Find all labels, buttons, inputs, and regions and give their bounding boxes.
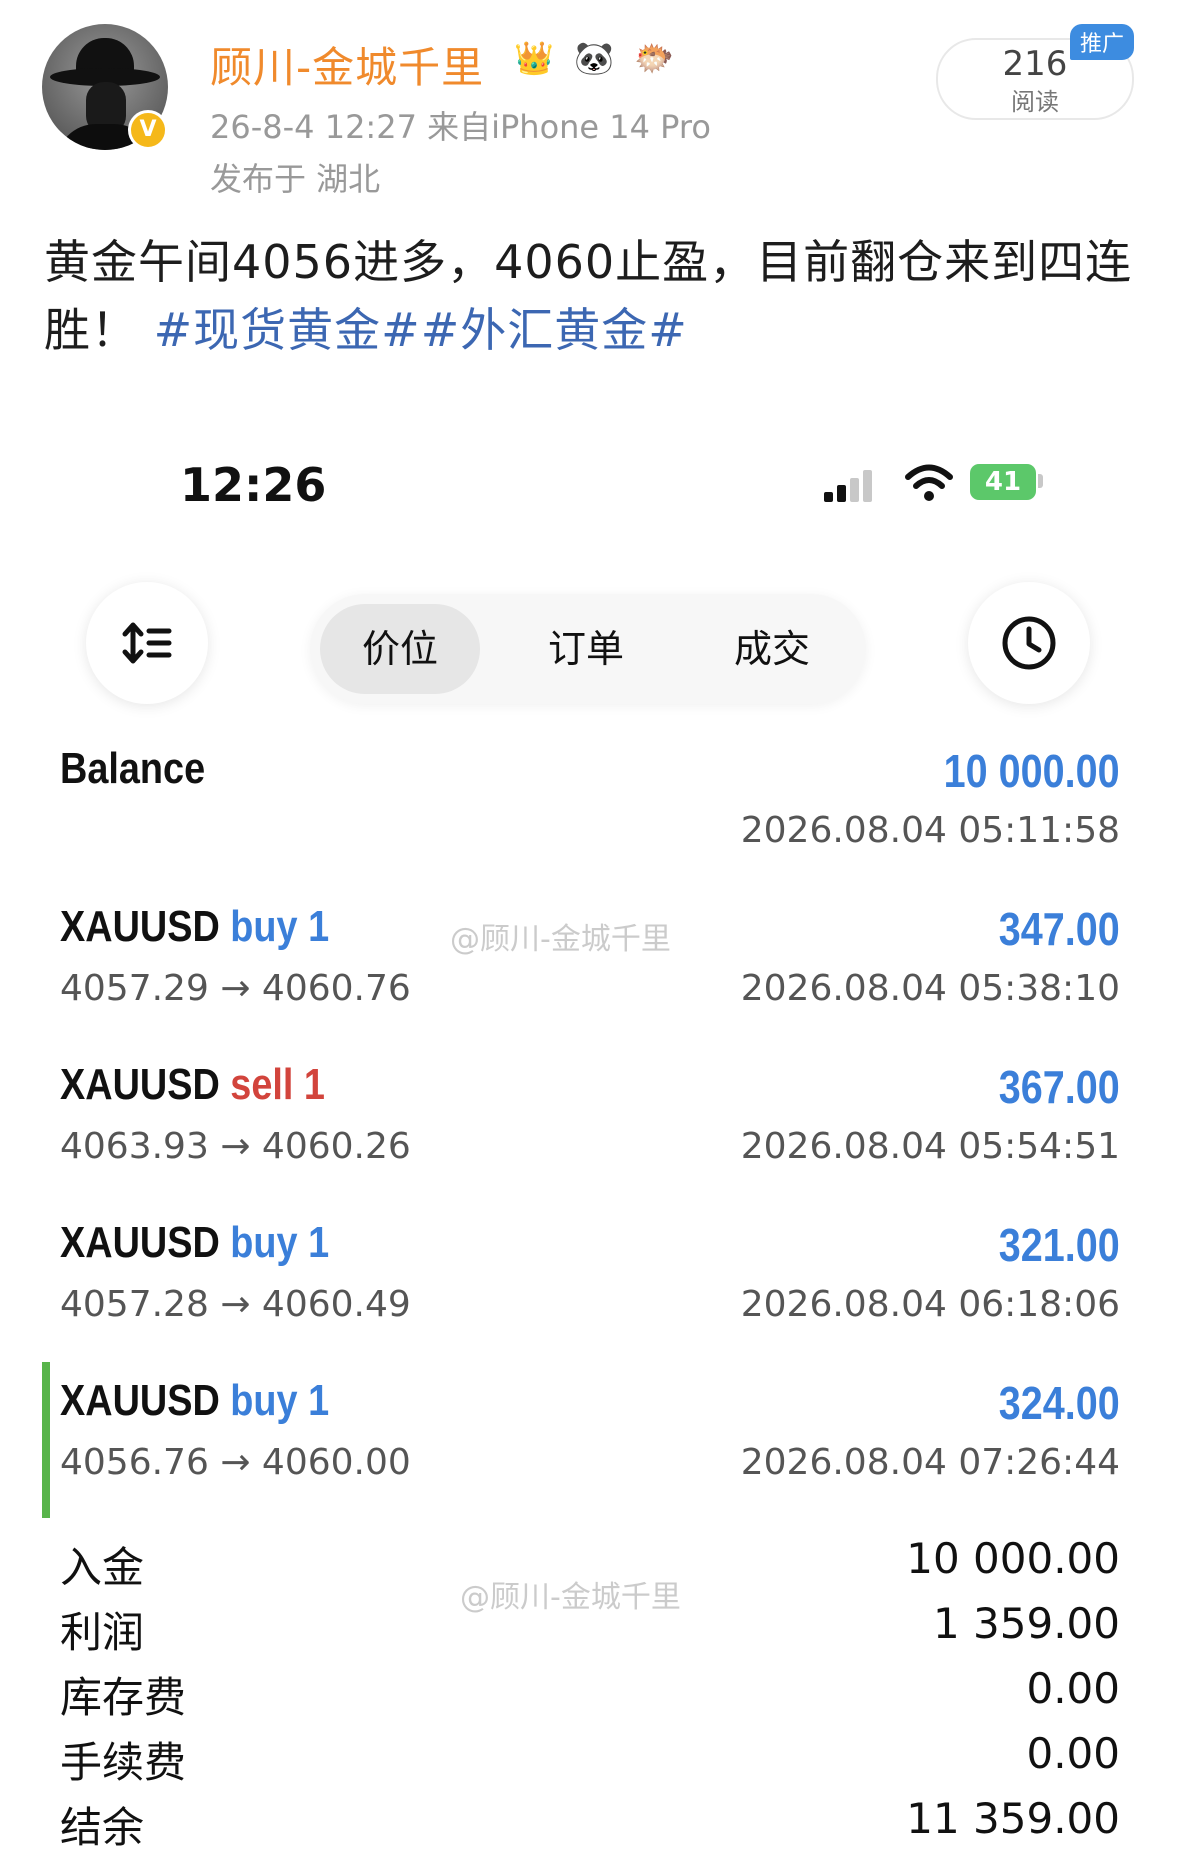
deal-row[interactable]: XAUUSD sell 1 367.00 4063.93 → 4060.26 2… bbox=[42, 1060, 1138, 1210]
deal-prices: 4056.76 → 4060.00 bbox=[60, 1442, 411, 1483]
watermark: @顾川-金城千里 bbox=[460, 1580, 681, 1615]
panda-badge-icon[interactable]: 🐼 bbox=[568, 36, 620, 80]
balance-amount: 10 000.00 bbox=[943, 745, 1120, 797]
summary-value: 11 359.00 bbox=[906, 1794, 1120, 1843]
sort-button[interactable] bbox=[86, 582, 208, 704]
deal-time: 2026.08.04 05:38:10 bbox=[740, 968, 1120, 1009]
summary-label: 手续费 bbox=[60, 1738, 187, 1787]
post-hashtags[interactable]: #现货黄金##外汇黄金# bbox=[154, 303, 688, 357]
summary-value: 1 359.00 bbox=[932, 1599, 1120, 1648]
deal-side: buy 1 bbox=[230, 1218, 330, 1267]
post-text: 黄金午间4056进多，4060止盈，目前翻仓来到四连胜！ #现货黄金##外汇黄金… bbox=[44, 228, 1144, 364]
history-button[interactable] bbox=[968, 582, 1090, 704]
post-meta: 26-8-4 12:27 来自iPhone 14 Pro bbox=[210, 108, 711, 146]
sort-icon bbox=[122, 622, 172, 664]
deal-prices: 4063.93 → 4060.26 bbox=[60, 1126, 411, 1167]
status-time: 12:26 bbox=[180, 458, 327, 512]
deal-profit: 321.00 bbox=[998, 1219, 1120, 1271]
promo-tag[interactable]: 推广 bbox=[1070, 24, 1135, 60]
balance-label: Balance bbox=[60, 744, 206, 793]
deal-prices: 4057.29 → 4060.76 bbox=[60, 968, 411, 1009]
deal-side: buy 1 bbox=[230, 902, 330, 951]
deal-title: XAUUSD buy 1 bbox=[60, 902, 329, 952]
trade-screenshot[interactable]: 12:26 41 价位 订单 成交 Balance 10 000.00 2026… bbox=[42, 408, 1138, 1864]
highlight-bar bbox=[42, 1362, 50, 1518]
deal-symbol: XAUUSD bbox=[60, 1218, 220, 1267]
post-location: 发布于 湖北 bbox=[210, 160, 381, 198]
tab-price[interactable]: 价位 bbox=[320, 604, 480, 694]
balance-time: 2026.08.04 05:11:58 bbox=[740, 810, 1120, 851]
deal-profit: 367.00 bbox=[998, 1061, 1120, 1113]
battery-icon: 41 bbox=[970, 464, 1036, 500]
tab-group: 价位 订单 成交 bbox=[310, 594, 866, 704]
fish-badge-icon[interactable]: 🐡 bbox=[628, 36, 680, 80]
deal-row[interactable]: XAUUSD buy 1 321.00 4057.28 → 4060.49 20… bbox=[42, 1218, 1138, 1368]
deal-symbol: XAUUSD bbox=[60, 902, 220, 951]
battery-tip bbox=[1038, 474, 1043, 488]
deal-time: 2026.08.04 07:26:44 bbox=[740, 1442, 1120, 1483]
user-badges: 👑 🐼 🐡 bbox=[508, 36, 680, 80]
toolbar: 价位 订单 成交 bbox=[42, 528, 1138, 704]
summary-value: 0.00 bbox=[1026, 1664, 1120, 1713]
deal-title: XAUUSD sell 1 bbox=[60, 1060, 325, 1110]
deal-symbol: XAUUSD bbox=[60, 1060, 220, 1109]
username[interactable]: 顾川-金城千里 bbox=[210, 34, 484, 95]
deal-title: XAUUSD buy 1 bbox=[60, 1218, 329, 1268]
summary-swap: 库存费 0.00 bbox=[42, 1664, 1138, 1728]
signal-icon bbox=[824, 466, 884, 502]
clock-icon bbox=[1002, 616, 1056, 670]
summary-label: 库存费 bbox=[60, 1673, 187, 1722]
summary-label: 结余 bbox=[60, 1803, 145, 1852]
crown-badge-icon[interactable]: 👑 bbox=[508, 36, 560, 80]
deal-time: 2026.08.04 06:18:06 bbox=[740, 1284, 1120, 1325]
summary-commission: 手续费 0.00 bbox=[42, 1729, 1138, 1793]
balance-row[interactable]: Balance 10 000.00 2026.08.04 05:11:58 bbox=[42, 744, 1138, 894]
wifi-icon bbox=[905, 464, 953, 501]
deal-side: buy 1 bbox=[230, 1376, 330, 1425]
summary-value: 10 000.00 bbox=[906, 1534, 1120, 1583]
deal-prices: 4057.28 → 4060.49 bbox=[60, 1284, 411, 1325]
watermark: @顾川-金城千里 bbox=[450, 922, 671, 957]
deal-side: sell 1 bbox=[230, 1060, 325, 1109]
tab-orders[interactable]: 订单 bbox=[506, 604, 666, 694]
read-label: 阅读 bbox=[1011, 88, 1059, 116]
verified-badge-icon: V bbox=[128, 110, 168, 150]
summary-value: 0.00 bbox=[1026, 1729, 1120, 1778]
deal-profit: 324.00 bbox=[998, 1377, 1120, 1429]
tab-deals[interactable]: 成交 bbox=[692, 604, 852, 694]
deal-symbol: XAUUSD bbox=[60, 1376, 220, 1425]
post-header: V 顾川-金城千里 👑 🐼 🐡 26-8-4 12:27 来自iPhone 14… bbox=[0, 0, 1179, 210]
deal-time: 2026.08.04 05:54:51 bbox=[740, 1126, 1120, 1167]
summary-label: 利润 bbox=[60, 1608, 145, 1657]
deal-profit: 347.00 bbox=[998, 903, 1120, 955]
summary-label: 入金 bbox=[60, 1543, 145, 1592]
deal-title: XAUUSD buy 1 bbox=[60, 1376, 329, 1426]
deal-row-highlighted[interactable]: XAUUSD buy 1 324.00 4056.76 → 4060.00 20… bbox=[42, 1362, 1138, 1526]
summary-balance: 结余 11 359.00 bbox=[42, 1794, 1138, 1858]
